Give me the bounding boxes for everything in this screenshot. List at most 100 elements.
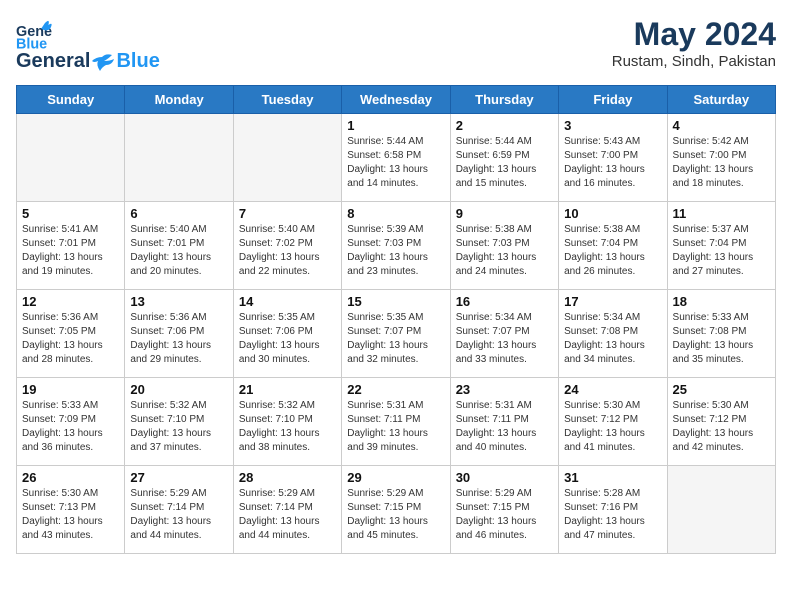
calendar-cell: 6Sunrise: 5:40 AMSunset: 7:01 PMDaylight… [125,202,233,290]
calendar-cell [667,466,775,554]
bird-icon [92,53,114,71]
day-number: 6 [130,206,227,221]
day-info: Sunrise: 5:34 AMSunset: 7:08 PMDaylight:… [564,311,661,367]
day-info: Sunrise: 5:36 AMSunset: 7:05 PMDaylight:… [22,311,119,367]
calendar-cell: 4 Sunrise: 5:42 AMSunset: 7:00 PMDaylight… [667,114,775,202]
day-info: Sunrise: 5:29 AMSunset: 7:15 PMDaylight:… [347,487,444,543]
day-info: Sunrise: 5:44 AMSunset: 6:58 PMDaylight:… [347,135,444,191]
day-number: 3 [564,118,661,133]
calendar-cell: 27 Sunrise: 5:29 AMSunset: 7:14 PMDayligh… [125,466,233,554]
col-saturday: Saturday [667,86,775,114]
col-wednesday: Wednesday [342,86,450,114]
day-number: 15 [347,294,444,309]
day-number: 18 [673,294,770,309]
day-number: 22 [347,382,444,397]
day-number: 2 [456,118,553,133]
day-info: Sunrise: 5:38 AMSunset: 7:03 PMDaylight:… [456,223,553,279]
day-info: Sunrise: 5:39 AMSunset: 7:03 PMDaylight:… [347,223,444,279]
day-number: 10 [564,206,661,221]
logo-icon: General Blue [16,16,52,52]
calendar-week-row: 5Sunrise: 5:41 AMSunset: 7:01 PMDaylight… [17,202,776,290]
logo-general: General [16,50,90,73]
calendar-week-row: 19 Sunrise: 5:33 AMSunset: 7:09 PMDayligh… [17,378,776,466]
calendar-cell: 5Sunrise: 5:41 AMSunset: 7:01 PMDaylight… [17,202,125,290]
day-info: Sunrise: 5:34 AMSunset: 7:07 PMDaylight:… [456,311,553,367]
calendar-cell: 11 Sunrise: 5:37 AMSunset: 7:04 PMDayligh… [667,202,775,290]
day-info: Sunrise: 5:42 AMSunset: 7:00 PMDaylight:… [673,135,770,191]
calendar-cell: 29 Sunrise: 5:29 AMSunset: 7:15 PMDayligh… [342,466,450,554]
calendar-body: 1Sunrise: 5:44 AMSunset: 6:58 PMDaylight… [17,114,776,554]
location: Rustam, Sindh, Pakistan [612,53,776,70]
day-number: 9 [456,206,553,221]
day-number: 19 [22,382,119,397]
calendar-cell: 14 Sunrise: 5:35 AMSunset: 7:06 PMDayligh… [233,290,341,378]
day-number: 20 [130,382,227,397]
calendar-cell: 8 Sunrise: 5:39 AMSunset: 7:03 PMDaylight… [342,202,450,290]
logo: General Blue General Blue [16,16,160,73]
day-info: Sunrise: 5:30 AMSunset: 7:13 PMDaylight:… [22,487,119,543]
calendar-cell [125,114,233,202]
calendar-cell: 9 Sunrise: 5:38 AMSunset: 7:03 PMDaylight… [450,202,558,290]
day-number: 11 [673,206,770,221]
day-number: 31 [564,470,661,485]
calendar-cell: 10 Sunrise: 5:38 AMSunset: 7:04 PMDayligh… [559,202,667,290]
calendar-cell: 7Sunrise: 5:40 AMSunset: 7:02 PMDaylight… [233,202,341,290]
day-number: 12 [22,294,119,309]
title-area: May 2024 Rustam, Sindh, Pakistan [612,16,776,70]
day-info: Sunrise: 5:35 AMSunset: 7:06 PMDaylight:… [239,311,336,367]
day-info: Sunrise: 5:33 AMSunset: 7:09 PMDaylight:… [22,399,119,455]
calendar-cell [17,114,125,202]
calendar-cell: 30Sunrise: 5:29 AMSunset: 7:15 PMDayligh… [450,466,558,554]
day-info: Sunrise: 5:33 AMSunset: 7:08 PMDaylight:… [673,311,770,367]
day-info: Sunrise: 5:29 AMSunset: 7:14 PMDaylight:… [239,487,336,543]
day-number: 13 [130,294,227,309]
calendar-cell: 20Sunrise: 5:32 AMSunset: 7:10 PMDayligh… [125,378,233,466]
day-info: Sunrise: 5:32 AMSunset: 7:10 PMDaylight:… [239,399,336,455]
day-info: Sunrise: 5:36 AMSunset: 7:06 PMDaylight:… [130,311,227,367]
calendar-table: Sunday Monday Tuesday Wednesday Thursday… [16,85,776,554]
day-number: 29 [347,470,444,485]
calendar-week-row: 1Sunrise: 5:44 AMSunset: 6:58 PMDaylight… [17,114,776,202]
day-number: 16 [456,294,553,309]
day-number: 27 [130,470,227,485]
day-number: 4 [673,118,770,133]
day-number: 24 [564,382,661,397]
day-info: Sunrise: 5:44 AMSunset: 6:59 PMDaylight:… [456,135,553,191]
calendar-cell: 23 Sunrise: 5:31 AMSunset: 7:11 PMDayligh… [450,378,558,466]
calendar-cell: 24 Sunrise: 5:30 AMSunset: 7:12 PMDayligh… [559,378,667,466]
day-info: Sunrise: 5:38 AMSunset: 7:04 PMDaylight:… [564,223,661,279]
day-info: Sunrise: 5:37 AMSunset: 7:04 PMDaylight:… [673,223,770,279]
calendar-cell: 22 Sunrise: 5:31 AMSunset: 7:11 PMDayligh… [342,378,450,466]
calendar-cell: 26Sunrise: 5:30 AMSunset: 7:13 PMDayligh… [17,466,125,554]
day-number: 23 [456,382,553,397]
calendar-cell: 16 Sunrise: 5:34 AMSunset: 7:07 PMDayligh… [450,290,558,378]
calendar-cell: 17Sunrise: 5:34 AMSunset: 7:08 PMDayligh… [559,290,667,378]
calendar-cell [233,114,341,202]
header: General Blue General Blue May 2024 Rusta… [16,16,776,73]
month-year: May 2024 [612,16,776,53]
day-info: Sunrise: 5:35 AMSunset: 7:07 PMDaylight:… [347,311,444,367]
day-info: Sunrise: 5:31 AMSunset: 7:11 PMDaylight:… [456,399,553,455]
day-info: Sunrise: 5:28 AMSunset: 7:16 PMDaylight:… [564,487,661,543]
calendar-cell: 12 Sunrise: 5:36 AMSunset: 7:05 PMDayligh… [17,290,125,378]
calendar-cell: 18 Sunrise: 5:33 AMSunset: 7:08 PMDayligh… [667,290,775,378]
calendar-cell: 3Sunrise: 5:43 AMSunset: 7:00 PMDaylight… [559,114,667,202]
calendar-cell: 21Sunrise: 5:32 AMSunset: 7:10 PMDayligh… [233,378,341,466]
day-number: 5 [22,206,119,221]
day-info: Sunrise: 5:30 AMSunset: 7:12 PMDaylight:… [564,399,661,455]
col-friday: Friday [559,86,667,114]
calendar-cell: 13 Sunrise: 5:36 AMSunset: 7:06 PMDayligh… [125,290,233,378]
day-number: 8 [347,206,444,221]
col-thursday: Thursday [450,86,558,114]
calendar-cell: 31 Sunrise: 5:28 AMSunset: 7:16 PMDayligh… [559,466,667,554]
day-number: 14 [239,294,336,309]
col-tuesday: Tuesday [233,86,341,114]
logo-blue: Blue [116,50,159,73]
calendar-cell: 25Sunrise: 5:30 AMSunset: 7:12 PMDayligh… [667,378,775,466]
day-info: Sunrise: 5:29 AMSunset: 7:14 PMDaylight:… [130,487,227,543]
calendar-week-row: 12 Sunrise: 5:36 AMSunset: 7:05 PMDayligh… [17,290,776,378]
col-monday: Monday [125,86,233,114]
calendar-cell: 28Sunrise: 5:29 AMSunset: 7:14 PMDayligh… [233,466,341,554]
weekday-header-row: Sunday Monday Tuesday Wednesday Thursday… [17,86,776,114]
day-info: Sunrise: 5:31 AMSunset: 7:11 PMDaylight:… [347,399,444,455]
